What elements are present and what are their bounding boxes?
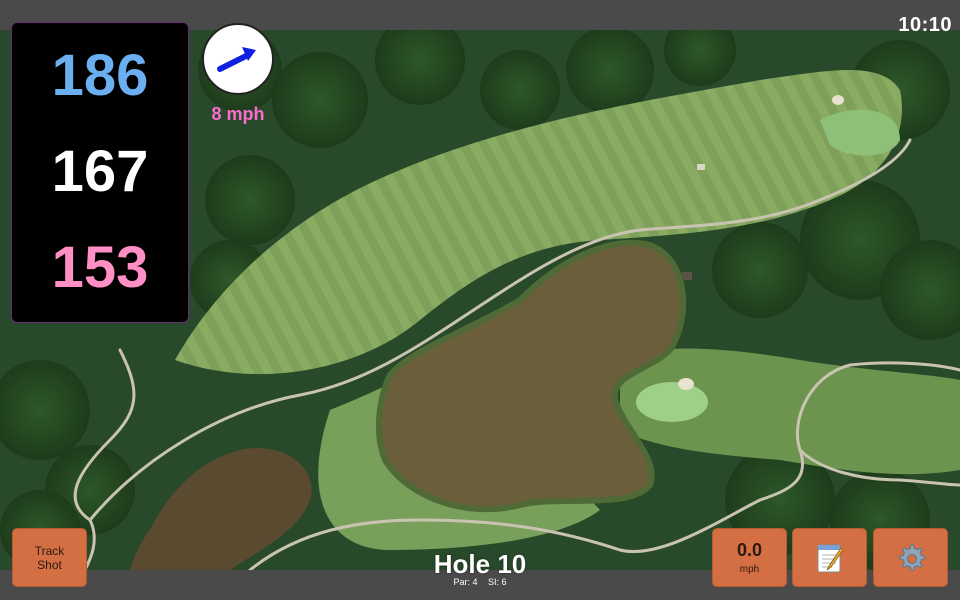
track-shot-label-line2: Shot [37,557,62,572]
speed-unit: mph [739,564,760,575]
clock: 10:10 [898,14,952,36]
track-shot-button[interactable]: Track Shot [12,528,87,587]
front-yardage: 153 [51,235,149,300]
wind-speed: 8 mph [211,104,265,124]
back-yardage: 186 [51,43,149,108]
notes-button[interactable] [792,528,867,587]
hole-stroke-index: SI: 6 [488,577,507,587]
hole-info: Par: 4 SI: 6 [380,577,580,588]
notepad-icon [817,544,844,572]
settings-button[interactable] [873,528,948,587]
hole-par: Par: 4 [453,577,478,587]
wind-direction-arrow-icon [217,47,256,72]
middle-yardage: 167 [51,139,149,204]
track-shot-label-line1: Track [34,543,65,558]
speed-button[interactable]: 0.0 mph [712,528,787,587]
speed-value: 0.0 [736,540,763,560]
wind-dial [202,23,274,95]
hole-title: Hole 10 [433,549,527,579]
yardage-panel: 186 167 153 [11,22,189,323]
gear-icon [898,544,925,571]
